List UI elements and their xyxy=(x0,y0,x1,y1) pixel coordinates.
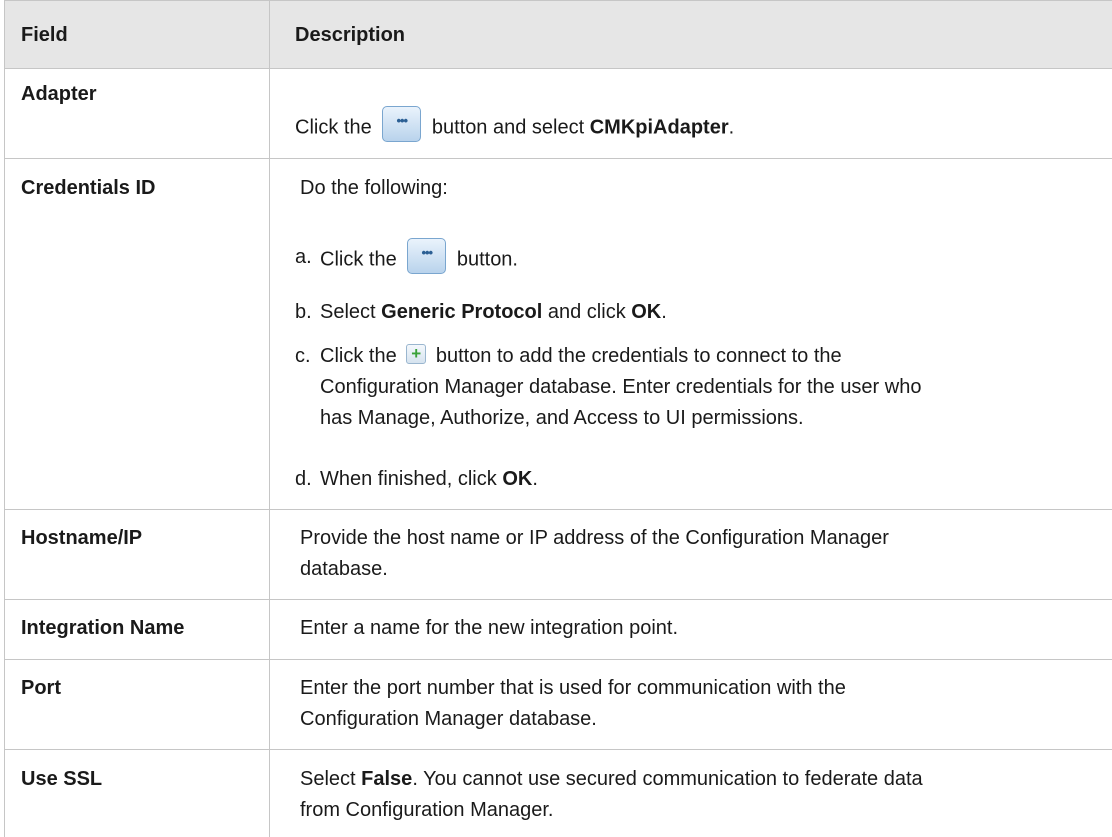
column-divider xyxy=(269,0,270,837)
field-integration-name: Integration Name xyxy=(21,617,185,639)
ellipsis-button-icon: ••• xyxy=(407,238,447,274)
ellipsis-button-icon: ••• xyxy=(382,106,422,142)
table-row-port: Port Enter the port number that is used … xyxy=(5,660,1112,750)
table-header-row: Field Description xyxy=(5,1,1112,69)
table-row-use-ssl: Use SSL Select False. You cannot use sec… xyxy=(5,750,1112,837)
desc-adapter: Click the ••• button and select CMKpiAda… xyxy=(295,106,1095,146)
table-row-adapter: Adapter Click the ••• button and select … xyxy=(5,69,1112,159)
desc-integration-name: Enter a name for the new integration poi… xyxy=(300,617,679,639)
field-adapter: Adapter xyxy=(21,83,97,105)
table-row-hostname: Hostname/IP Provide the host name or IP … xyxy=(5,510,1112,600)
table-row-integration-name: Integration Name Enter a name for the ne… xyxy=(5,600,1112,660)
field-hostname: Hostname/IP xyxy=(21,527,143,549)
field-description-table: Field Description Adapter Click the ••• … xyxy=(0,0,1112,837)
desc-credentials-intro: Do the following: xyxy=(300,177,448,199)
field-port: Port xyxy=(21,677,61,699)
field-credentials-id: Credentials ID xyxy=(21,177,156,199)
add-plus-icon: + xyxy=(406,343,427,364)
header-description: Description xyxy=(295,24,406,46)
desc-hostname: Provide the host name or IP address of t… xyxy=(300,527,889,580)
table-row-credentials: Credentials ID Do the following: a. Clic… xyxy=(5,159,1112,510)
desc-use-ssl: Select False. You cannot use secured com… xyxy=(300,768,923,821)
desc-port: Enter the port number that is used for c… xyxy=(300,677,846,730)
field-use-ssl: Use SSL xyxy=(21,768,103,790)
header-field: Field xyxy=(21,24,68,46)
